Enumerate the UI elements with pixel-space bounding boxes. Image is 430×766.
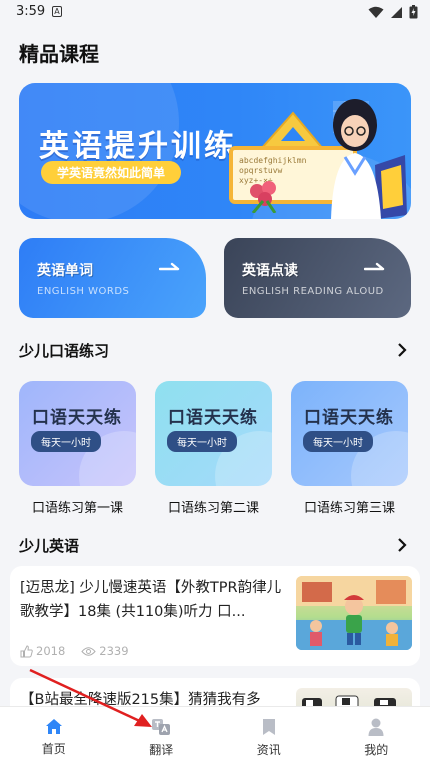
tab-label: 翻译: [149, 743, 174, 757]
bottom-tab-bar: 首页 翻译 资讯 我的: [0, 706, 430, 766]
chevron-right-icon[interactable]: [394, 342, 410, 358]
teacher-illustration: [331, 99, 407, 219]
video-meta: 2018 2339: [20, 644, 129, 658]
tile-title: 口语天天练: [32, 408, 122, 428]
oral-lesson-tile-2[interactable]: 口语天天练 每天一小时: [155, 381, 272, 486]
tile-badge: 每天一小时: [31, 431, 101, 452]
tile-label[interactable]: 口语练习第二课: [155, 497, 272, 516]
card-subtitle: ENGLISH READING ALOUD: [242, 286, 384, 297]
kids-playground-image: [296, 576, 412, 650]
oral-lesson-tile-1[interactable]: 口语天天练 每天一小时: [19, 381, 136, 486]
tab-home[interactable]: 首页: [0, 707, 108, 766]
section-title-oral: 少儿口语练习: [19, 342, 110, 360]
oral-lesson-tile-3[interactable]: 口语天天练 每天一小时: [291, 381, 408, 486]
eye-icon: [81, 646, 96, 656]
arrow-right-icon: [159, 262, 180, 271]
english-reading-card[interactable]: 英语点读 ENGLISH READING ALOUD: [224, 238, 411, 318]
tab-news[interactable]: 资讯: [215, 707, 323, 766]
tile-badge: 每天一小时: [303, 431, 373, 452]
card-subtitle: ENGLISH WORDS: [37, 286, 130, 297]
card-title: 英语点读: [242, 263, 298, 279]
section-title-kids-english: 少儿英语: [19, 537, 80, 555]
views-count: 2339: [99, 644, 129, 658]
tile-title: 口语天天练: [304, 408, 394, 428]
tab-translate[interactable]: 翻译: [108, 707, 216, 766]
likes-count: 2018: [36, 644, 66, 658]
tile-label[interactable]: 口语练习第三课: [291, 497, 408, 516]
news-icon: [262, 719, 275, 735]
likes: 2018: [20, 644, 65, 658]
flower-icon: [250, 181, 277, 213]
tile-label[interactable]: 口语练习第一课: [19, 497, 136, 516]
video-list-item[interactable]: [迈思龙] 少儿慢速英语【外教TPR韵律儿歌教学】18集 (共110集)听力 口…: [10, 566, 420, 666]
banner-title: 英语提升训练: [39, 129, 237, 164]
home-icon: [45, 719, 62, 734]
notification-icon: A: [52, 6, 62, 17]
tab-label: 资讯: [256, 743, 281, 757]
system-icons: [368, 5, 418, 19]
wifi-icon: [368, 6, 384, 18]
tile-title: 口语天天练: [168, 408, 258, 428]
battery-icon: [409, 5, 418, 19]
arrow-right-icon: [364, 262, 385, 271]
profile-icon: [368, 718, 384, 736]
card-title: 英语单词: [37, 263, 93, 279]
tab-label: 我的: [364, 743, 389, 757]
views: 2339: [81, 644, 129, 658]
tab-label: 首页: [41, 742, 66, 756]
page-title: 精品课程: [19, 42, 99, 66]
signal-icon: [391, 6, 402, 18]
thumbs-up-icon: [20, 644, 33, 657]
english-words-card[interactable]: 英语单词 ENGLISH WORDS: [19, 238, 206, 318]
tab-profile[interactable]: 我的: [323, 707, 430, 766]
translate-icon: [152, 719, 171, 735]
promo-banner[interactable]: 英语提升训练 学英语竟然如此简单 abcdefghijklmn opqrstuv…: [19, 83, 411, 219]
video-title: [迈思龙] 少儿慢速英语【外教TPR韵律儿歌教学】18集 (共110集)听力 口…: [20, 580, 282, 620]
banner-subtitle: 学英语竟然如此简单: [41, 161, 182, 184]
status-bar: 3:59 A: [0, 0, 430, 24]
video-thumbnail: [296, 576, 412, 650]
status-time: 3:59: [16, 4, 46, 19]
tile-badge: 每天一小时: [167, 431, 237, 452]
chevron-right-icon[interactable]: [394, 537, 410, 553]
